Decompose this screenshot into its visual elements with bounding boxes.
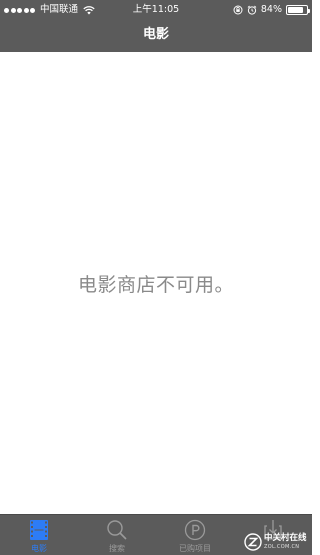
store-unavailable-message: 电影商店不可用。 xyxy=(77,274,234,296)
zol-watermark: 中关村在线 ZOL.COM.CN xyxy=(244,531,310,553)
tab-purchased[interactable]: 已购项目 xyxy=(156,515,234,555)
alarm-icon xyxy=(247,5,257,15)
battery-fill xyxy=(288,7,304,13)
battery-icon xyxy=(286,5,310,15)
zol-logo-icon xyxy=(244,533,262,551)
search-icon xyxy=(107,520,127,540)
tab-movies[interactable]: 电影 xyxy=(0,515,78,555)
tab-movies-label: 电影 xyxy=(31,544,47,553)
battery-nub xyxy=(308,8,310,13)
watermark-main: 中关村在线 xyxy=(264,533,307,544)
battery-percent: 84% xyxy=(260,4,282,15)
tab-purchased-label: 已购项目 xyxy=(179,544,211,553)
rotation-lock-icon xyxy=(233,5,243,15)
watermark-sub: ZOL.COM.CN xyxy=(264,543,300,550)
tab-search-label: 搜索 xyxy=(109,544,125,553)
main-content: 电影商店不可用。 xyxy=(0,52,312,514)
watermark-text: 中关村在线 ZOL.COM.CN xyxy=(264,534,307,550)
purchased-icon xyxy=(184,519,206,541)
tab-search[interactable]: 搜索 xyxy=(78,515,156,555)
nav-title: 电影 xyxy=(142,27,169,42)
status-bar: 中国联通 上午11:05 84% xyxy=(0,0,312,20)
film-icon xyxy=(30,520,48,540)
status-right: 84% xyxy=(233,0,310,20)
top-bar: 中国联通 上午11:05 84% 电影 xyxy=(0,0,312,52)
